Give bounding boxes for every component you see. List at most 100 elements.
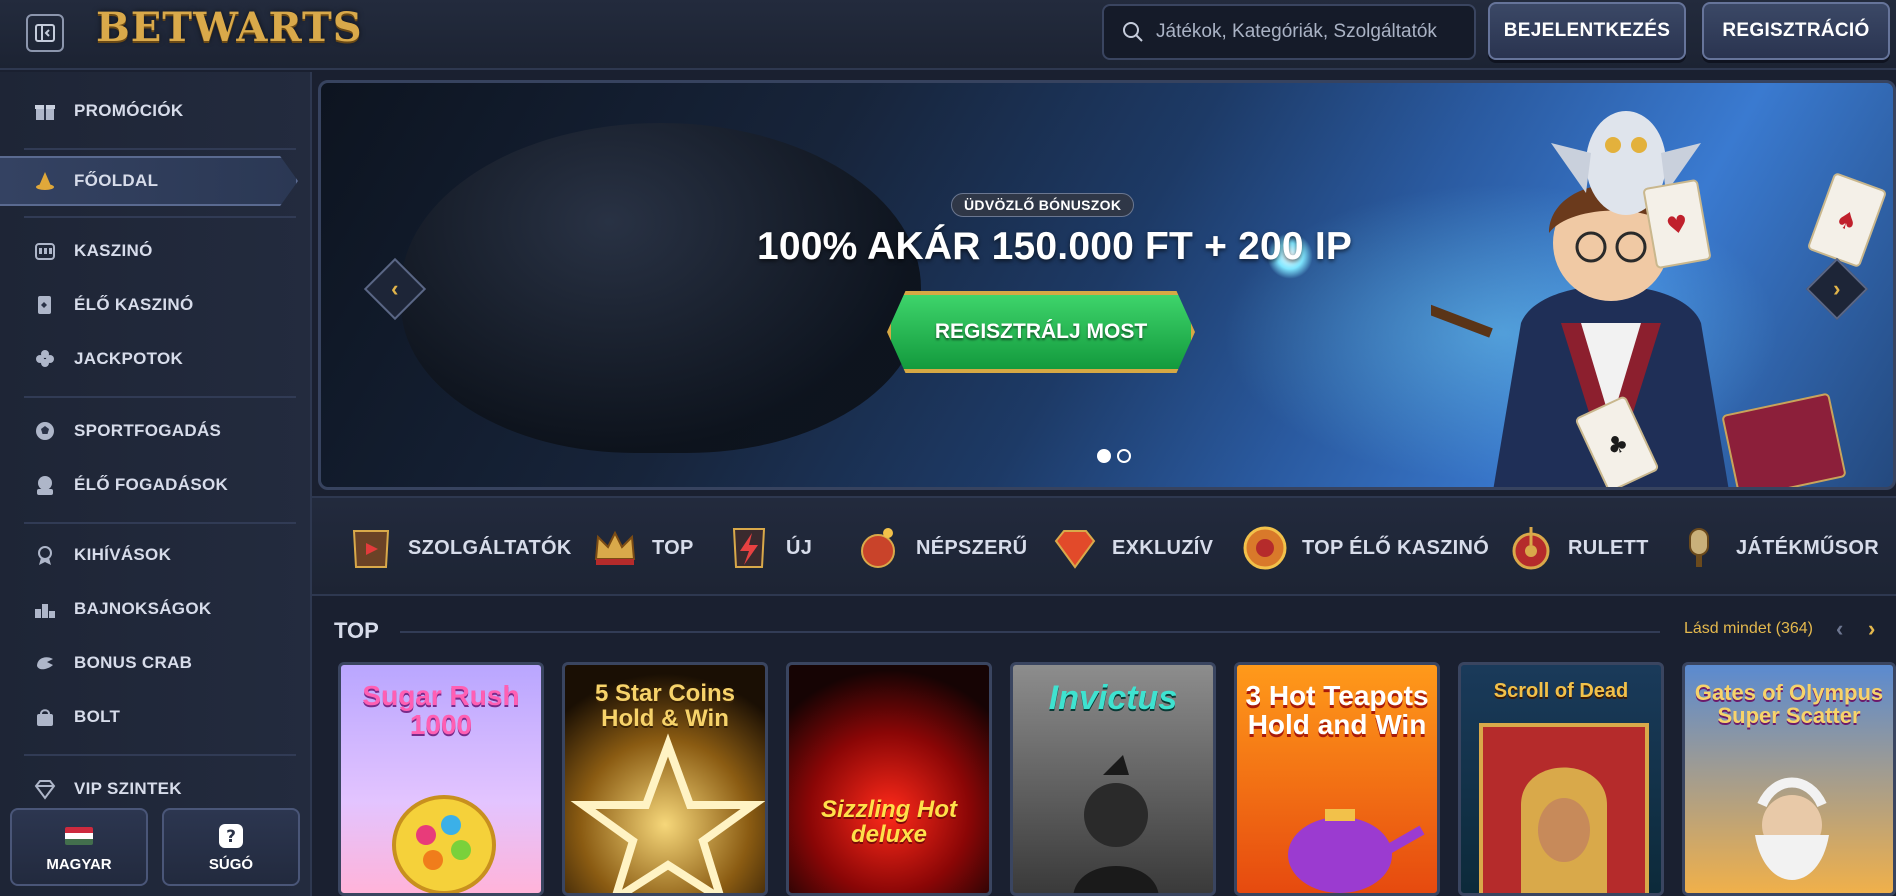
- microphone-icon: [1689, 528, 1709, 567]
- games-next-button[interactable]: ›: [1868, 616, 1875, 642]
- sidebar-item-sports-betting[interactable]: SPORTFOGADÁS: [0, 406, 298, 456]
- teapot-art: [1288, 809, 1425, 893]
- category-popular[interactable]: NÉPSZERŰ: [854, 520, 1027, 576]
- sidebar-item-vip-levels[interactable]: VIP SZINTEK: [0, 764, 298, 814]
- gift-icon: [34, 100, 56, 122]
- sidebar-collapse-icon: [35, 24, 55, 42]
- sidebar-toggle-button[interactable]: [26, 14, 64, 52]
- sidebar-item-label: ÉLŐ FOGADÁSOK: [74, 475, 229, 494]
- sidebar-item-label: JACKPOTOK: [74, 349, 184, 368]
- crown-icon: [594, 530, 636, 565]
- gem-icon: [1054, 530, 1096, 569]
- sidebar-item-bonus-crab[interactable]: BONUS CRAB: [0, 638, 298, 688]
- sidebar-divider: [24, 396, 296, 398]
- help-question-icon: ?: [219, 823, 243, 848]
- category-roulette[interactable]: RULETT: [1506, 520, 1649, 576]
- game-title: Sizzling Hot deluxe: [821, 796, 957, 849]
- site-logo[interactable]: BETWARTS: [96, 4, 363, 51]
- banner-next-button[interactable]: ›: [1805, 257, 1869, 321]
- games-prev-button[interactable]: ‹: [1836, 616, 1843, 642]
- category-exclusive[interactable]: EXKLUZÍV: [1050, 520, 1213, 576]
- sidebar-item-label: SPORTFOGADÁS: [74, 421, 222, 440]
- zeus-art: [1755, 777, 1829, 880]
- game-tile[interactable]: Sizzling Hot deluxe: [786, 662, 992, 896]
- game-tile[interactable]: Sugar Rush 1000: [338, 662, 544, 896]
- promo-banner[interactable]: ♥ ♠ ♣ ÜDVÖZLŐ BÓNUSZOK 100% AKÁR 150.000…: [318, 80, 1896, 490]
- clover-icon: [34, 348, 56, 370]
- register-button[interactable]: REGISZTRÁCIÓ: [1702, 2, 1890, 60]
- sidebar-divider: [24, 216, 296, 218]
- section-title: TOP: [334, 618, 379, 643]
- help-label: SÚGÓ: [208, 855, 254, 873]
- sidebar-item-label: BOLT: [74, 707, 121, 726]
- game-tile[interactable]: 3 Hot Teapots Hold and Win: [1234, 662, 1440, 896]
- wizard-hat-icon: [34, 170, 56, 192]
- sidebar-item-live-casino[interactable]: ÉLŐ KASZINÓ: [0, 280, 298, 330]
- sidebar-item-live-betting[interactable]: ÉLŐ FOGADÁSOK: [0, 460, 298, 510]
- diamond-icon: [34, 778, 56, 800]
- category-label: ÚJ: [786, 536, 813, 559]
- crab-claw-icon: [34, 652, 56, 674]
- live-betting-icon: [34, 474, 56, 496]
- register-now-button[interactable]: REGISZTRÁLJ MOST: [887, 291, 1195, 373]
- sidebar-item-home[interactable]: FŐOLDAL: [0, 156, 298, 206]
- slot-machine-icon: [34, 240, 56, 262]
- category-label: EXKLUZÍV: [1112, 536, 1214, 559]
- podium-icon: [34, 598, 56, 620]
- sidebar-item-tournaments[interactable]: BAJNOKSÁGOK: [0, 584, 298, 634]
- soccer-ball-icon: [34, 420, 56, 442]
- game-tile[interactable]: Scroll of Dead: [1458, 662, 1664, 896]
- sidebar-divider: [24, 522, 296, 524]
- chevron-left-icon: ‹: [391, 275, 399, 301]
- sidebar-divider: [24, 754, 296, 756]
- category-label: TOP: [652, 536, 694, 559]
- live-cards-icon: [34, 294, 56, 316]
- search-input[interactable]: [1156, 21, 1456, 43]
- welcome-bonus-badge: ÜDVÖZLŐ BÓNUSZOK: [951, 193, 1135, 217]
- gladiator-art: [1073, 755, 1159, 893]
- sidebar-divider: [24, 148, 296, 150]
- shopping-bag-icon: [34, 706, 56, 728]
- roulette-wheel-icon: [1512, 527, 1550, 570]
- search-box[interactable]: [1102, 4, 1476, 60]
- category-new[interactable]: ÚJ: [724, 520, 812, 576]
- bonus-headline: 100% AKÁR 150.000 FT + 200 IP: [757, 225, 1353, 268]
- pharaoh-art: [1479, 723, 1649, 893]
- roulette-chip-icon: [1243, 526, 1287, 570]
- book-icon: [352, 530, 390, 568]
- banner-pagination: [1097, 449, 1131, 463]
- playing-card-spade: ♠: [1806, 171, 1888, 269]
- sidebar-item-jackpots[interactable]: JACKPOTOK: [0, 334, 298, 384]
- hungarian-flag-icon: [65, 826, 93, 845]
- chevron-right-icon: ›: [1868, 616, 1876, 641]
- category-label: JÁTÉKMŰSOR: [1736, 536, 1880, 559]
- category-game-shows[interactable]: JÁTÉKMŰSOR: [1674, 520, 1879, 576]
- sidebar-item-casino[interactable]: KASZINÓ: [0, 226, 298, 276]
- sidebar-item-challenges[interactable]: KIHÍVÁSOK: [0, 530, 298, 580]
- language-selector-button[interactable]: MAGYAR: [10, 808, 148, 886]
- help-button[interactable]: ? SÚGÓ: [162, 808, 300, 886]
- header: BETWARTS BEJELENTKEZÉS REGISZTRÁCIÓ: [0, 0, 1896, 70]
- chevron-left-icon: ‹: [1836, 616, 1844, 641]
- category-top[interactable]: TOP: [590, 520, 694, 576]
- category-bar: SZOLGÁLTATÓK TOP ÚJ NÉPSZERŰ EXKLUZÍV TO…: [312, 496, 1896, 596]
- star-art: [570, 733, 765, 893]
- medal-icon: [34, 544, 56, 566]
- sidebar-item-label: BAJNOKSÁGOK: [74, 599, 212, 618]
- login-button[interactable]: BEJELENTKEZÉS: [1488, 2, 1686, 60]
- sidebar-item-label: FŐOLDAL: [74, 171, 159, 190]
- sidebar-item-promotions[interactable]: PROMÓCIÓK: [0, 86, 298, 136]
- slide-dot-1[interactable]: [1097, 449, 1111, 463]
- category-label: SZOLGÁLTATÓK: [408, 536, 572, 559]
- category-providers[interactable]: SZOLGÁLTATÓK: [346, 520, 572, 576]
- category-top-live-casino[interactable]: TOP ÉLŐ KASZINÓ: [1240, 520, 1489, 576]
- slide-dot-2[interactable]: [1117, 449, 1131, 463]
- game-tile[interactable]: 5 Star Coins Hold & Win: [562, 662, 768, 896]
- game-tile[interactable]: Gates of Olympus Super Scatter: [1682, 662, 1896, 896]
- sidebar-item-shop[interactable]: BOLT: [0, 692, 298, 742]
- sidebar-item-label: ÉLŐ KASZINÓ: [74, 295, 194, 314]
- category-label: RULETT: [1568, 536, 1649, 559]
- game-tile[interactable]: Invictus: [1010, 662, 1216, 896]
- section-divider: [400, 631, 1660, 633]
- see-all-link[interactable]: Lásd mindet (364): [1684, 620, 1813, 638]
